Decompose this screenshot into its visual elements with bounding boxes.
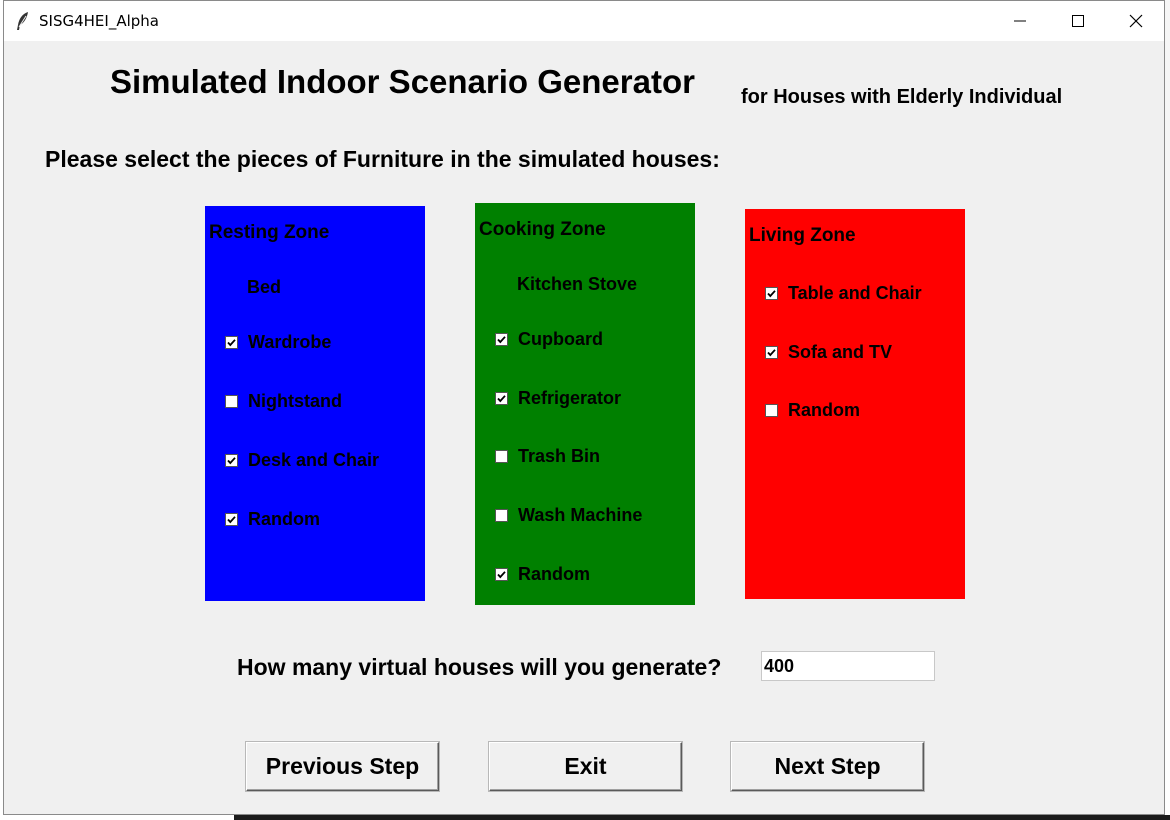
checkbox-label[interactable]: Random <box>248 509 320 530</box>
checkmark-icon <box>497 571 506 579</box>
checkbox-box[interactable] <box>225 336 238 349</box>
checkbox-label[interactable]: Trash Bin <box>518 446 600 467</box>
checkbox-box[interactable] <box>765 346 778 359</box>
checkbox-box[interactable] <box>225 395 238 408</box>
checkbox-box[interactable] <box>495 509 508 522</box>
checkbox-label[interactable]: Sofa and TV <box>788 342 892 363</box>
checkbox-label[interactable]: Refrigerator <box>518 388 621 409</box>
checkmark-icon <box>227 457 236 465</box>
close-button[interactable] <box>1107 1 1165 41</box>
checkbox-box[interactable] <box>225 454 238 467</box>
app-window: SISG4HEI_Alpha Simulated Indoor Scenario… <box>3 0 1165 815</box>
maximize-button[interactable] <box>1049 1 1107 41</box>
checkbox-box[interactable] <box>495 450 508 463</box>
checkbox-label[interactable]: Table and Chair <box>788 283 922 304</box>
window-title: SISG4HEI_Alpha <box>39 12 159 30</box>
living-zone-panel: Living Zone Table and Chair Sofa and TV … <box>745 209 965 599</box>
checkmark-icon <box>227 516 236 524</box>
resting-fixed-bed: Bed <box>247 277 282 297</box>
checkbox-box[interactable] <box>495 568 508 581</box>
checkbox-box[interactable] <box>495 392 508 405</box>
checkmark-icon <box>767 349 776 357</box>
houses-count-question: How many virtual houses will you generat… <box>237 654 722 680</box>
checkbox-label[interactable]: Random <box>788 400 860 421</box>
cooking-zone-panel: Cooking Zone Kitchen Stove Cupboard Refr… <box>475 203 695 605</box>
houses-count-input[interactable] <box>761 651 935 681</box>
checkbox-label[interactable]: Wash Machine <box>518 505 642 526</box>
resting-zone-title: Resting Zone <box>209 222 330 243</box>
previous-step-button[interactable]: Previous Step <box>246 742 439 791</box>
checkmark-icon <box>767 290 776 298</box>
feather-icon <box>16 11 30 31</box>
checkmark-icon <box>497 336 506 344</box>
checkbox-label[interactable]: Nightstand <box>248 391 342 412</box>
title-bar[interactable]: SISG4HEI_Alpha <box>4 1 1164 41</box>
background-window-edge <box>234 815 1170 820</box>
page-subtitle: for Houses with Elderly Individual <box>741 86 1063 108</box>
page-title: Simulated Indoor Scenario Generator <box>110 63 695 100</box>
living-zone-title: Living Zone <box>749 225 856 246</box>
checkbox-label[interactable]: Cupboard <box>518 329 603 350</box>
checkmark-icon <box>497 395 506 403</box>
cooking-fixed-kitchen-stove: Kitchen Stove <box>517 274 638 294</box>
checkbox-label[interactable]: Wardrobe <box>248 332 331 353</box>
checkbox-box[interactable] <box>495 333 508 346</box>
minimize-button[interactable] <box>991 1 1049 41</box>
cooking-zone-title: Cooking Zone <box>479 219 606 240</box>
checkbox-box[interactable] <box>225 513 238 526</box>
checkbox-label[interactable]: Desk and Chair <box>248 450 379 471</box>
minimize-icon <box>1014 20 1026 22</box>
maximize-icon <box>1072 15 1084 27</box>
checkbox-label[interactable]: Random <box>518 564 590 585</box>
next-step-button[interactable]: Next Step <box>731 742 924 791</box>
furniture-instruction: Please select the pieces of Furniture in… <box>45 146 720 172</box>
resting-zone-panel: Resting Zone Bed Wardrobe Nightstand Des… <box>205 206 425 601</box>
exit-button[interactable]: Exit <box>489 742 682 791</box>
checkbox-box[interactable] <box>765 287 778 300</box>
checkbox-box[interactable] <box>765 404 778 417</box>
checkmark-icon <box>227 339 236 347</box>
close-icon <box>1129 14 1143 28</box>
